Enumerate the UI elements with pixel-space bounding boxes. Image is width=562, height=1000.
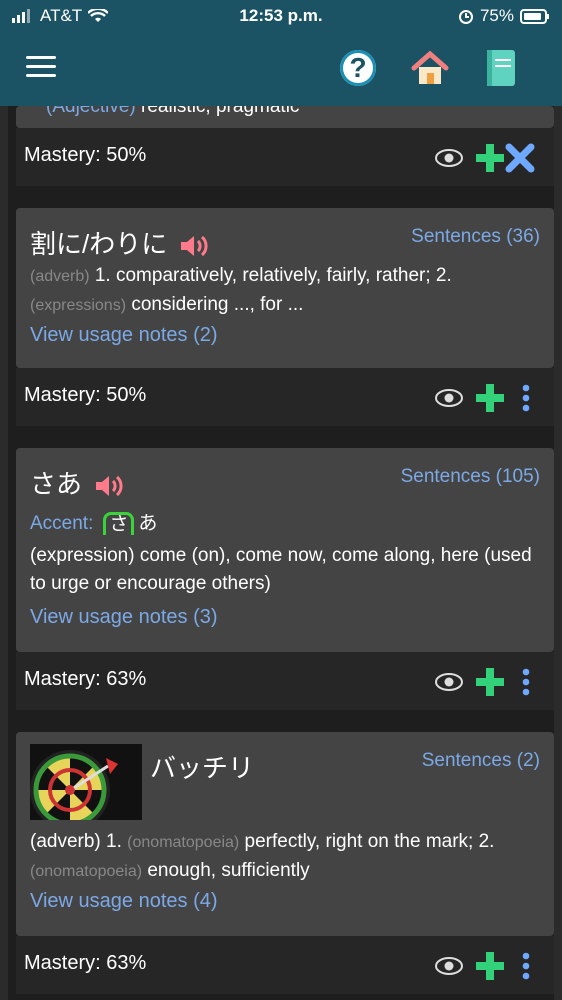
partial-card-definition: (Adjective) realistic, pragmatic [46,106,300,117]
card-mastery-row: Mastery: 63% [16,936,554,994]
accent-label: Accent: [30,513,94,534]
plus-icon[interactable] [474,950,506,982]
mastery-label: Mastery: 50% [24,384,147,406]
status-right: 75% [458,6,550,26]
mastery-label: Mastery: 63% [24,668,147,690]
card-mastery-row: Mastery: 63% [16,652,554,710]
status-bar: AT&T 12:53 p.m. 75% [0,0,562,32]
vocab-card: さあ Sentences (105) Accent: さ あ (expressi… [16,448,554,652]
mastery-label: Mastery: 63% [24,952,147,974]
question-icon[interactable]: ? [340,50,376,86]
speaker-icon[interactable] [93,473,125,499]
vocab-definition: (expression) come (on), come now, come a… [30,545,532,594]
remove-x-icon[interactable] [504,142,536,174]
plus-icon[interactable] [474,142,506,174]
sentences-link[interactable]: Sentences (2) [422,750,540,772]
hamburger-icon[interactable] [26,56,56,80]
sentences-link[interactable]: Sentences (36) [411,226,540,248]
eye-icon[interactable] [434,956,464,976]
usage-notes-link[interactable]: View usage notes (4) [30,890,218,913]
sentences-link[interactable]: Sentences (105) [401,466,540,488]
accent-high-mora: さ [103,512,135,535]
vocab-title: さあ [30,464,125,501]
vocab-title: バッチリ [150,753,255,783]
alarm-icon [458,10,473,24]
more-options-icon[interactable] [516,951,536,981]
battery-percent: 75% [479,6,514,25]
vocab-card: バッチリ Sentences (2) (adverb) 1. (onomatop… [16,732,554,936]
usage-notes-link[interactable]: View usage notes (3) [30,606,218,629]
plus-icon[interactable] [474,666,506,698]
vocab-definition: (adverb) 1. comparatively, relatively, f… [30,265,452,315]
speaker-icon[interactable] [178,233,210,259]
partial-card-body: (Adjective) realistic, pragmatic [16,106,554,128]
notebook-icon[interactable] [485,48,517,93]
eye-icon[interactable] [434,388,464,408]
eye-icon[interactable] [434,148,464,168]
plus-icon[interactable] [474,382,506,414]
partial-card-mastery-row: Mastery: 50% [16,128,554,186]
vocab-title: 割に/わりに [30,224,210,261]
accent-low-mora: あ [138,513,158,534]
dartboard-image [30,744,142,820]
eye-icon[interactable] [434,672,464,692]
app-header: ? [0,32,562,106]
vocab-card: 割に/わりに Sentences (36) (adverb) 1. compar… [16,208,554,368]
vocab-list[interactable]: (Adjective) realistic, pragmatic Mastery… [0,106,562,1000]
usage-notes-link[interactable]: View usage notes (2) [30,324,218,347]
pitch-accent: Accent: さ あ [30,508,157,535]
mastery-label: Mastery: 50% [24,144,147,166]
more-options-icon[interactable] [516,383,536,413]
battery-icon [520,8,549,24]
vocab-definition: (adverb) 1. (onomatopoeia) perfectly, ri… [30,831,495,881]
house-icon[interactable] [410,50,450,91]
more-options-icon[interactable] [516,667,536,697]
card-mastery-row: Mastery: 50% [16,368,554,426]
